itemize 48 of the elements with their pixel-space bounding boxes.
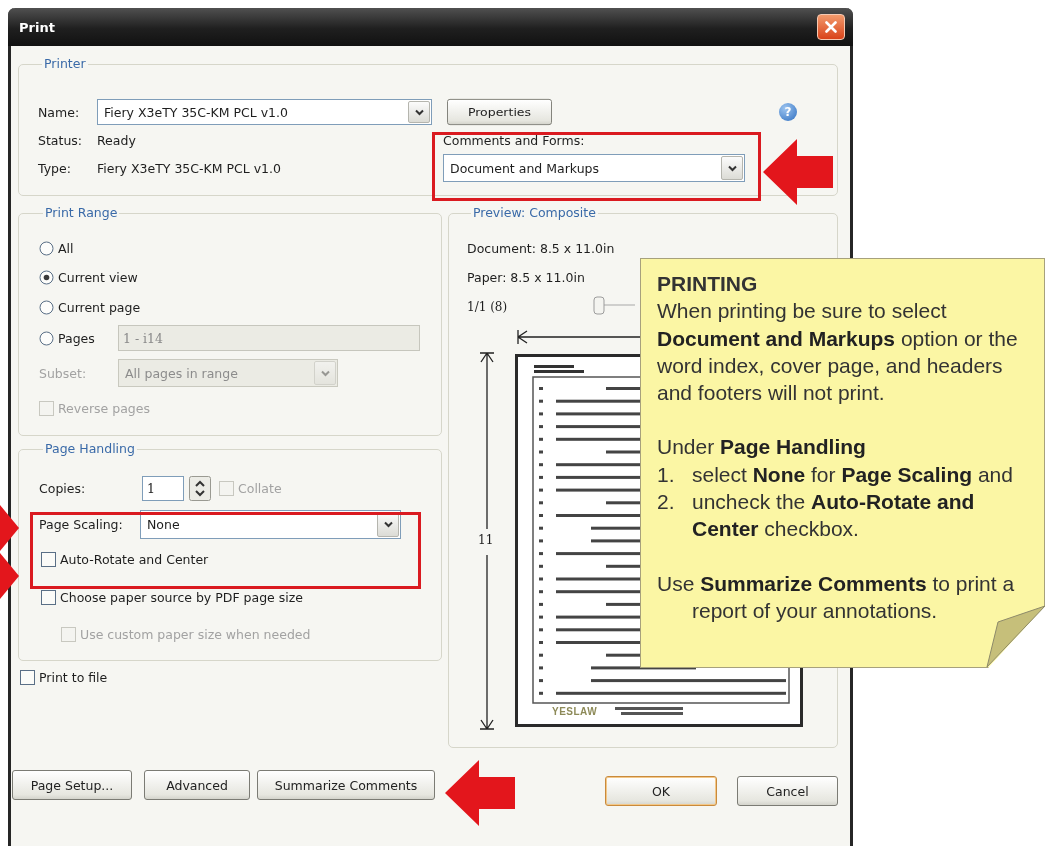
comments-dropdown[interactable]: Document and Markups bbox=[443, 154, 745, 182]
note-title: PRINTING bbox=[657, 271, 759, 297]
checkbox-label: Reverse pages bbox=[58, 401, 150, 416]
list-number: 2. bbox=[657, 489, 676, 516]
group-label: Print Range bbox=[44, 205, 119, 221]
option-label: Current view bbox=[58, 270, 138, 285]
dialog-button[interactable]: Summarize Comments bbox=[257, 770, 435, 800]
note-text: uncheck the Auto-Rotate and Center checkbox. bbox=[692, 489, 976, 543]
list-number: 1. bbox=[657, 461, 676, 488]
checkbox-label: Print to file bbox=[39, 669, 108, 685]
option-label: All bbox=[58, 240, 74, 256]
pages-field: 1 - i14 bbox=[118, 325, 420, 351]
field-label: Page Scaling: bbox=[39, 516, 124, 532]
checkbox-label: Choose paper source by PDF page size bbox=[60, 589, 303, 605]
option-label: Pages bbox=[58, 330, 95, 346]
checkbox-label: Use custom paper size when needed bbox=[80, 626, 311, 642]
dialog-button[interactable]: Advanced bbox=[144, 770, 250, 800]
dialog-button[interactable]: Properties bbox=[447, 98, 552, 126]
field-label: Comments and Forms: bbox=[443, 132, 586, 148]
field-label: Status: bbox=[38, 132, 84, 148]
info-text: Document: 8.5 x 11.0in bbox=[467, 241, 615, 256]
group-label: Preview: Composite bbox=[472, 205, 597, 221]
field-value: Fiery X3eTY 35C-KM PCL v1.0 bbox=[97, 160, 282, 176]
window-title: Print bbox=[19, 19, 55, 35]
printer-dropdown[interactable]: Fiery X3eTY 35C-KM PCL v1.0 bbox=[97, 99, 432, 125]
page-count: 1/1 (8) bbox=[467, 299, 508, 314]
dialog-button[interactable]: Page Setup... bbox=[12, 770, 132, 800]
info-text: Paper: 8.5 x 11.0in bbox=[467, 270, 585, 285]
checkbox-label: Auto-Rotate and Center bbox=[60, 551, 209, 567]
logo-text: YESLAW bbox=[552, 706, 598, 717]
scaling-dropdown[interactable]: None bbox=[140, 509, 401, 539]
note-text: When printing be sure to select Document and Markups option or the word index, cover page, and headers and footers will not print. bbox=[657, 298, 1019, 407]
dialog-button[interactable]: OK bbox=[605, 776, 717, 806]
group-label: Page Handling bbox=[44, 441, 136, 457]
copies-field[interactable]: 1 bbox=[142, 475, 184, 501]
group-label: Printer bbox=[43, 56, 87, 72]
note-text: select None for Page Scaling and bbox=[692, 461, 1014, 488]
field-label: Name: bbox=[38, 104, 81, 120]
field-label: Copies: bbox=[39, 480, 87, 496]
dialog-button[interactable]: Cancel bbox=[737, 776, 838, 806]
note-text: Use Summarize Comments to print a report of your annotations. bbox=[657, 570, 1016, 624]
checkbox-label: Collate bbox=[238, 480, 282, 496]
field-value: Ready bbox=[97, 132, 137, 148]
note-heading: Under Page Handling bbox=[657, 434, 867, 461]
dimension-label: 11 bbox=[478, 533, 494, 547]
field-label: Subset: bbox=[39, 365, 88, 381]
option-label: Current page bbox=[58, 299, 141, 315]
field-label: Type: bbox=[38, 160, 72, 176]
